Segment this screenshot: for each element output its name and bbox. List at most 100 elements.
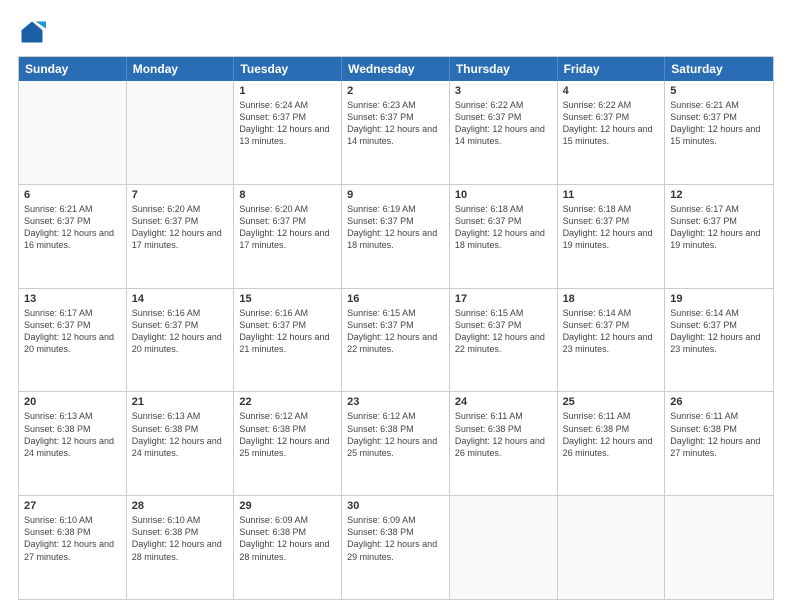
day-number: 1	[239, 85, 336, 97]
calendar-cell: 15 Sunrise: 6:16 AM Sunset: 6:37 PM Dayli…	[234, 289, 342, 392]
cal-header-cell: Friday	[558, 57, 666, 81]
day-info: Sunrise: 6:09 AM Sunset: 6:38 PM Dayligh…	[239, 514, 336, 563]
calendar-cell	[450, 496, 558, 599]
calendar-cell: 7 Sunrise: 6:20 AM Sunset: 6:37 PM Daylig…	[127, 185, 235, 288]
day-number: 9	[347, 189, 444, 201]
calendar-cell: 2 Sunrise: 6:23 AM Sunset: 6:37 PM Daylig…	[342, 81, 450, 184]
logo	[18, 18, 50, 46]
calendar-cell: 3 Sunrise: 6:22 AM Sunset: 6:37 PM Daylig…	[450, 81, 558, 184]
day-number: 14	[132, 293, 229, 305]
day-number: 7	[132, 189, 229, 201]
calendar-cell: 19 Sunrise: 6:14 AM Sunset: 6:37 PM Dayli…	[665, 289, 773, 392]
calendar-cell: 22 Sunrise: 6:12 AM Sunset: 6:38 PM Dayli…	[234, 392, 342, 495]
day-info: Sunrise: 6:20 AM Sunset: 6:37 PM Dayligh…	[239, 203, 336, 252]
day-number: 20	[24, 396, 121, 408]
day-number: 26	[670, 396, 768, 408]
calendar-body: 1 Sunrise: 6:24 AM Sunset: 6:37 PM Daylig…	[19, 81, 773, 599]
day-info: Sunrise: 6:12 AM Sunset: 6:38 PM Dayligh…	[239, 410, 336, 459]
calendar-cell: 27Sunrise: 6:10 AM Sunset: 6:38 PM Dayli…	[19, 496, 127, 599]
calendar-cell: 26 Sunrise: 6:11 AM Sunset: 6:38 PM Dayli…	[665, 392, 773, 495]
day-info: Sunrise: 6:22 AM Sunset: 6:37 PM Dayligh…	[455, 99, 552, 148]
calendar-cell: 11 Sunrise: 6:18 AM Sunset: 6:37 PM Dayli…	[558, 185, 666, 288]
day-info: Sunrise: 6:18 AM Sunset: 6:37 PM Dayligh…	[455, 203, 552, 252]
calendar: SundayMondayTuesdayWednesdayThursdayFrid…	[18, 56, 774, 600]
day-info: Sunrise: 6:17 AM Sunset: 6:37 PM Dayligh…	[24, 307, 121, 356]
day-info: Sunrise: 6:09 AM Sunset: 6:38 PM Dayligh…	[347, 514, 444, 563]
day-number: 21	[132, 396, 229, 408]
calendar-cell: 30 Sunrise: 6:09 AM Sunset: 6:38 PM Dayli…	[342, 496, 450, 599]
calendar-cell: 17 Sunrise: 6:15 AM Sunset: 6:37 PM Dayli…	[450, 289, 558, 392]
day-number: 10	[455, 189, 552, 201]
day-number: 4	[563, 85, 660, 97]
day-info: Sunrise: 6:19 AM Sunset: 6:37 PM Dayligh…	[347, 203, 444, 252]
day-number: 12	[670, 189, 768, 201]
calendar-cell: 13 Sunrise: 6:17 AM Sunset: 6:37 PM Dayli…	[19, 289, 127, 392]
day-number: 13	[24, 293, 121, 305]
calendar-cell: 6Sunrise: 6:21 AM Sunset: 6:37 PM Daylig…	[19, 185, 127, 288]
day-number: 23	[347, 396, 444, 408]
cal-header-cell: Wednesday	[342, 57, 450, 81]
cal-header-cell: Thursday	[450, 57, 558, 81]
calendar-cell: 23 Sunrise: 6:12 AM Sunset: 6:38 PM Dayli…	[342, 392, 450, 495]
calendar-cell: 4 Sunrise: 6:22 AM Sunset: 6:37 PM Daylig…	[558, 81, 666, 184]
cal-header-cell: Saturday	[665, 57, 773, 81]
day-info: Sunrise: 6:16 AM Sunset: 6:37 PM Dayligh…	[132, 307, 229, 356]
calendar-cell	[665, 496, 773, 599]
day-info: Sunrise: 6:12 AM Sunset: 6:38 PM Dayligh…	[347, 410, 444, 459]
day-number: 25	[563, 396, 660, 408]
calendar-row: 27Sunrise: 6:10 AM Sunset: 6:38 PM Dayli…	[19, 495, 773, 599]
logo-icon	[18, 18, 46, 46]
day-number: 17	[455, 293, 552, 305]
page: SundayMondayTuesdayWednesdayThursdayFrid…	[0, 0, 792, 612]
day-number: 29	[239, 500, 336, 512]
calendar-cell: 10 Sunrise: 6:18 AM Sunset: 6:37 PM Dayli…	[450, 185, 558, 288]
calendar-row: 1 Sunrise: 6:24 AM Sunset: 6:37 PM Daylig…	[19, 81, 773, 184]
day-number: 19	[670, 293, 768, 305]
calendar-cell: 9 Sunrise: 6:19 AM Sunset: 6:37 PM Daylig…	[342, 185, 450, 288]
day-number: 5	[670, 85, 768, 97]
day-info: Sunrise: 6:20 AM Sunset: 6:37 PM Dayligh…	[132, 203, 229, 252]
day-number: 6	[24, 189, 121, 201]
day-number: 8	[239, 189, 336, 201]
calendar-cell	[558, 496, 666, 599]
calendar-cell: 14 Sunrise: 6:16 AM Sunset: 6:37 PM Dayli…	[127, 289, 235, 392]
calendar-cell: 29 Sunrise: 6:09 AM Sunset: 6:38 PM Dayli…	[234, 496, 342, 599]
day-number: 2	[347, 85, 444, 97]
day-number: 30	[347, 500, 444, 512]
calendar-cell: 8 Sunrise: 6:20 AM Sunset: 6:37 PM Daylig…	[234, 185, 342, 288]
calendar-cell: 20 Sunrise: 6:13 AM Sunset: 6:38 PM Dayli…	[19, 392, 127, 495]
calendar-cell: 12Sunrise: 6:17 AM Sunset: 6:37 PM Dayli…	[665, 185, 773, 288]
day-info: Sunrise: 6:24 AM Sunset: 6:37 PM Dayligh…	[239, 99, 336, 148]
calendar-cell: 16 Sunrise: 6:15 AM Sunset: 6:37 PM Dayli…	[342, 289, 450, 392]
cal-header-cell: Sunday	[19, 57, 127, 81]
day-info: Sunrise: 6:13 AM Sunset: 6:38 PM Dayligh…	[24, 410, 121, 459]
day-number: 24	[455, 396, 552, 408]
calendar-row: 13 Sunrise: 6:17 AM Sunset: 6:37 PM Dayli…	[19, 288, 773, 392]
day-info: Sunrise: 6:11 AM Sunset: 6:38 PM Dayligh…	[563, 410, 660, 459]
calendar-cell: 1 Sunrise: 6:24 AM Sunset: 6:37 PM Daylig…	[234, 81, 342, 184]
header	[18, 18, 774, 46]
day-info: Sunrise: 6:14 AM Sunset: 6:37 PM Dayligh…	[670, 307, 768, 356]
day-info: Sunrise: 6:15 AM Sunset: 6:37 PM Dayligh…	[347, 307, 444, 356]
calendar-cell: 25 Sunrise: 6:11 AM Sunset: 6:38 PM Dayli…	[558, 392, 666, 495]
calendar-cell: 28Sunrise: 6:10 AM Sunset: 6:38 PM Dayli…	[127, 496, 235, 599]
day-number: 18	[563, 293, 660, 305]
day-info: Sunrise: 6:15 AM Sunset: 6:37 PM Dayligh…	[455, 307, 552, 356]
day-number: 11	[563, 189, 660, 201]
day-info: Sunrise: 6:16 AM Sunset: 6:37 PM Dayligh…	[239, 307, 336, 356]
calendar-cell: 24Sunrise: 6:11 AM Sunset: 6:38 PM Dayli…	[450, 392, 558, 495]
day-info: Sunrise: 6:13 AM Sunset: 6:38 PM Dayligh…	[132, 410, 229, 459]
day-info: Sunrise: 6:22 AM Sunset: 6:37 PM Dayligh…	[563, 99, 660, 148]
day-number: 16	[347, 293, 444, 305]
calendar-cell: 5Sunrise: 6:21 AM Sunset: 6:37 PM Daylig…	[665, 81, 773, 184]
day-info: Sunrise: 6:10 AM Sunset: 6:38 PM Dayligh…	[132, 514, 229, 563]
day-number: 22	[239, 396, 336, 408]
day-info: Sunrise: 6:14 AM Sunset: 6:37 PM Dayligh…	[563, 307, 660, 356]
day-info: Sunrise: 6:11 AM Sunset: 6:38 PM Dayligh…	[670, 410, 768, 459]
day-info: Sunrise: 6:18 AM Sunset: 6:37 PM Dayligh…	[563, 203, 660, 252]
day-number: 15	[239, 293, 336, 305]
calendar-cell	[127, 81, 235, 184]
calendar-cell: 18 Sunrise: 6:14 AM Sunset: 6:37 PM Dayli…	[558, 289, 666, 392]
day-number: 3	[455, 85, 552, 97]
day-info: Sunrise: 6:23 AM Sunset: 6:37 PM Dayligh…	[347, 99, 444, 148]
